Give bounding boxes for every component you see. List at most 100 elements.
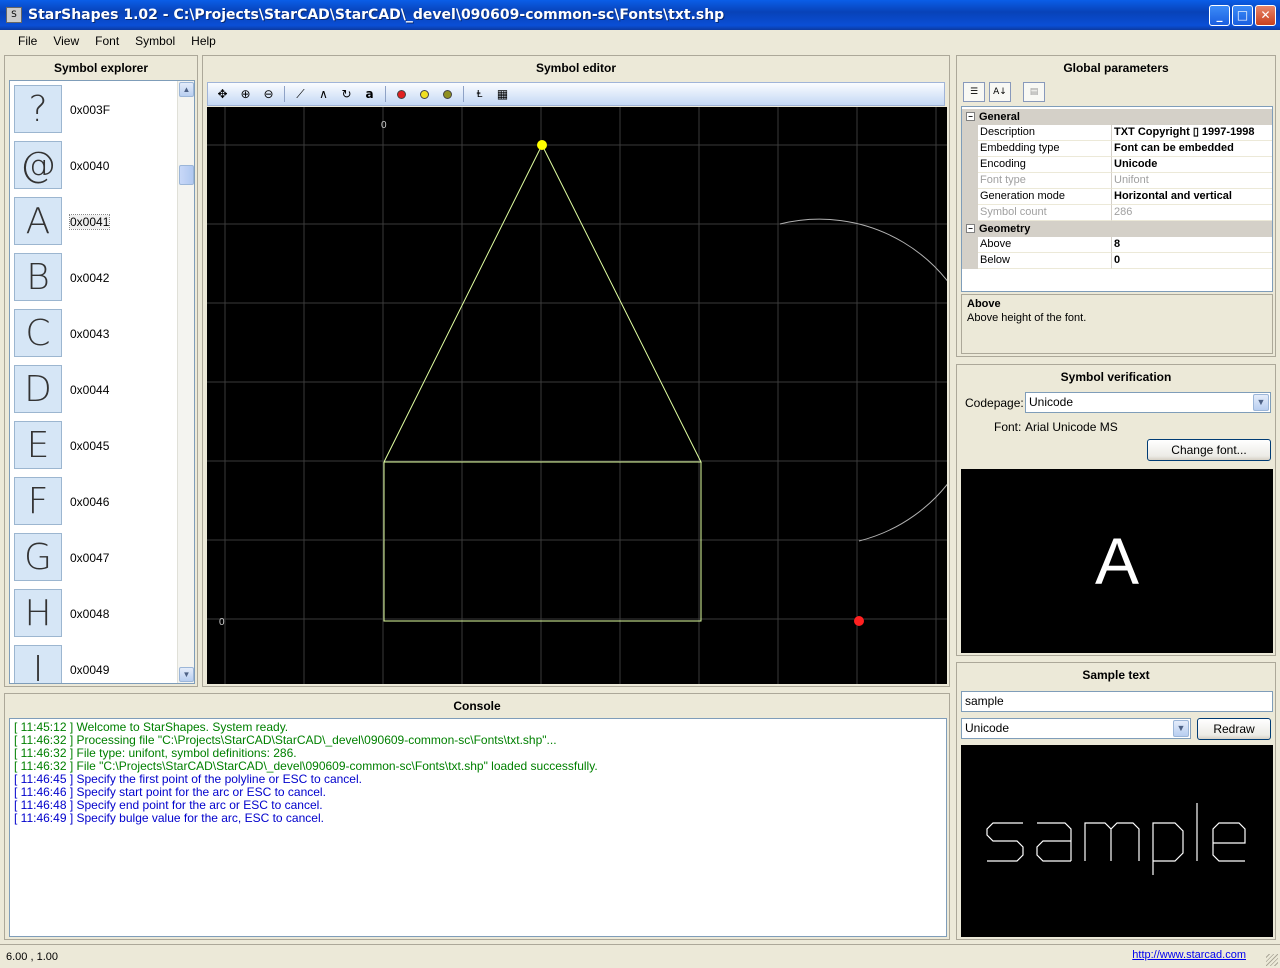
scroll-thumb[interactable] (179, 165, 194, 185)
symbol-item[interactable]: G 0x0047 (10, 533, 178, 589)
polyline-tool-icon[interactable]: ∧ (313, 84, 334, 104)
property-row[interactable]: Font type Unifont (962, 173, 1272, 189)
property-row[interactable]: Description TXT Copyright ▯ 1997-1998 (962, 125, 1272, 141)
sample-encoding-select[interactable]: Unicode ▼ (961, 718, 1191, 739)
global-parameters-panel: Global parameters ☰ A↓ ▤ − General Descri… (956, 55, 1276, 357)
property-pages-icon[interactable]: ▤ (1023, 82, 1045, 102)
property-row[interactable]: Embedding type Font can be embedded (962, 141, 1272, 157)
menu-view[interactable]: View (45, 34, 87, 48)
property-row[interactable]: Above 8 (962, 237, 1272, 253)
property-value[interactable]: 8 (1112, 237, 1272, 253)
symbol-item[interactable]: ? 0x003F (10, 85, 178, 141)
category-geometry[interactable]: − Geometry (962, 221, 1272, 237)
menu-font[interactable]: Font (87, 34, 127, 48)
symbol-item[interactable]: @ 0x0040 (10, 141, 178, 197)
pan-icon[interactable]: ✥ (212, 84, 233, 104)
maximize-button[interactable]: □ (1232, 5, 1253, 26)
menu-file[interactable]: File (10, 34, 45, 48)
sample-text-input[interactable]: sample (961, 691, 1273, 712)
symbol-item[interactable]: C 0x0043 (10, 309, 178, 365)
app-icon[interactable]: S (6, 7, 22, 23)
property-key: Font type (978, 173, 1112, 189)
symbol-thumbnail: @ (14, 141, 62, 189)
menu-help[interactable]: Help (183, 34, 224, 48)
arc-tool-icon[interactable]: ↻ (336, 84, 357, 104)
chevron-down-icon[interactable]: ▼ (1173, 720, 1189, 737)
symbol-item[interactable]: F 0x0046 (10, 477, 178, 533)
explorer-scrollbar[interactable]: ▲ ▼ (177, 81, 194, 683)
help-title: Above (967, 298, 1001, 310)
title-bar: S StarShapes 1.02 - C:\Projects\StarCAD\… (0, 0, 1280, 30)
codepage-select[interactable]: Unicode ▼ (1025, 392, 1271, 413)
symbol-code: 0x003F (70, 103, 111, 117)
console-title: Console (453, 699, 501, 713)
property-key: Above (978, 237, 1112, 253)
property-value[interactable]: TXT Copyright ▯ 1997-1998 (1112, 125, 1272, 141)
start-point-marker[interactable] (537, 140, 547, 150)
console-log[interactable]: [ 11:45:12 ] Welcome to StarShapes. Syst… (9, 718, 947, 937)
symbol-item[interactable]: D 0x0044 (10, 365, 178, 421)
categorized-view-icon[interactable]: ☰ (963, 82, 985, 102)
property-help-box: Above Above height of the font. (961, 294, 1273, 354)
olive-point-icon[interactable] (437, 84, 458, 104)
y-origin-label: 0 (219, 617, 225, 628)
scroll-down-icon[interactable]: ▼ (179, 667, 194, 682)
property-value[interactable]: Font can be embedded (1112, 141, 1272, 157)
property-value[interactable]: Unicode (1112, 157, 1272, 173)
property-row[interactable]: Encoding Unicode (962, 157, 1272, 173)
property-row[interactable]: Generation mode Horizontal and vertical (962, 189, 1272, 205)
symbol-editor-title: Symbol editor (535, 61, 616, 75)
symbol-code: 0x0046 (70, 495, 110, 509)
property-row[interactable]: Symbol count 286 (962, 205, 1272, 221)
property-value[interactable]: 0 (1112, 253, 1272, 269)
category-general[interactable]: − General (962, 109, 1272, 125)
symbol-code: 0x0042 (70, 271, 110, 285)
red-point-icon[interactable] (391, 84, 412, 104)
symbol-item[interactable]: H 0x0048 (10, 589, 178, 645)
alphabetical-sort-icon[interactable]: A↓ (989, 82, 1011, 102)
symbol-item-selected[interactable]: A 0x0041 (10, 197, 178, 253)
symbol-item[interactable]: E 0x0045 (10, 421, 178, 477)
editor-toolbar: ✥ ⊕ ⊖ ⟋ ∧ ↻ a Ⱡ ▦ (207, 82, 945, 106)
minimize-button[interactable]: _ (1209, 5, 1230, 26)
menu-bar: File View Font Symbol Help (0, 30, 1280, 52)
yellow-point-icon[interactable] (414, 84, 435, 104)
arc-preview-stroke[interactable] (779, 218, 947, 542)
property-key: Generation mode (978, 189, 1112, 205)
symbol-code: 0x0049 (70, 663, 110, 677)
resize-grip-icon[interactable] (1266, 954, 1278, 966)
property-grid[interactable]: − General Description TXT Copyright ▯ 1997… (961, 106, 1273, 292)
property-row[interactable]: Below 0 (962, 253, 1272, 269)
text-tool-icon[interactable]: a (359, 84, 380, 104)
glyph-box-stroke[interactable] (383, 462, 702, 622)
zoom-in-icon[interactable]: ⊕ (235, 84, 256, 104)
change-font-button[interactable]: Change font... (1147, 439, 1271, 461)
symbol-list[interactable]: ? 0x003F @ 0x0040 A 0x0041 B 0x0042 C 0x… (9, 80, 195, 684)
close-button[interactable]: ✕ (1255, 5, 1276, 26)
symbol-thumbnail: I (14, 645, 62, 683)
redraw-button[interactable]: Redraw (1197, 718, 1271, 740)
symbol-item[interactable]: I 0x0049 (10, 645, 178, 683)
editor-canvas[interactable]: 0 0 (207, 107, 947, 684)
scroll-up-icon[interactable]: ▲ (179, 82, 194, 97)
website-link[interactable]: http://www.starcad.com (1132, 949, 1246, 961)
window-title: StarShapes 1.02 - C:\Projects\StarCAD\St… (28, 7, 725, 23)
collapse-icon[interactable]: − (966, 112, 975, 121)
symbol-verification-title: Symbol verification (1060, 370, 1172, 384)
collapse-icon[interactable]: − (966, 224, 975, 233)
end-point-marker[interactable] (854, 616, 864, 626)
symbol-thumbnail: C (14, 309, 62, 357)
menu-symbol[interactable]: Symbol (127, 34, 183, 48)
grid-icon[interactable]: ▦ (492, 84, 513, 104)
editor-drawing[interactable]: 0 0 (207, 107, 947, 684)
property-value: Unifont (1112, 173, 1272, 189)
symbol-code: 0x0047 (70, 551, 110, 565)
category-label: Geometry (979, 223, 1031, 235)
baseline-icon[interactable]: Ⱡ (469, 84, 490, 104)
property-value[interactable]: Horizontal and vertical (1112, 189, 1272, 205)
zoom-out-icon[interactable]: ⊖ (258, 84, 279, 104)
sample-preview (961, 745, 1273, 937)
line-tool-icon[interactable]: ⟋ (290, 84, 311, 104)
chevron-down-icon[interactable]: ▼ (1253, 394, 1269, 411)
symbol-item[interactable]: B 0x0042 (10, 253, 178, 309)
